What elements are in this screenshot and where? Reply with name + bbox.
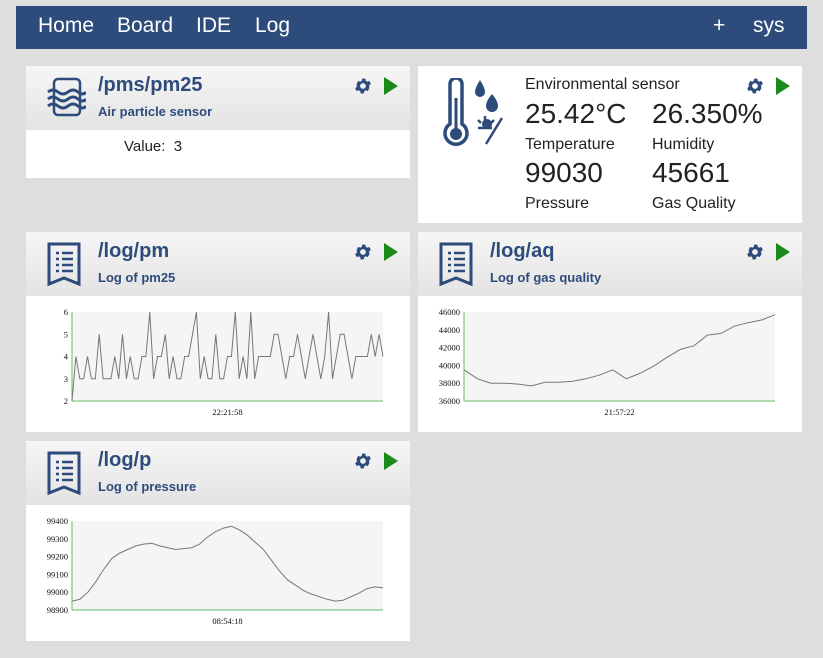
nav-add-button[interactable]: + (713, 14, 725, 38)
gear-icon[interactable] (745, 242, 765, 262)
y-tick-label: 3 (64, 374, 68, 384)
value-text: 3 (173, 138, 183, 155)
y-tick-label: 98900 (47, 605, 68, 615)
card-subtitle: Air particle sensor (98, 104, 213, 119)
pressure-label: Pressure (525, 195, 590, 212)
y-tick-label: 38000 (439, 378, 460, 388)
card-title: /log/pm (98, 240, 170, 262)
play-icon[interactable] (383, 76, 399, 96)
card-header: /log/pm Log of pm25 (26, 232, 410, 296)
plot-area (464, 312, 775, 401)
nav-log[interactable]: Log (255, 14, 290, 38)
y-tick-label: 6 (64, 307, 68, 317)
y-tick-label: 2 (64, 396, 68, 406)
card-subtitle: Log of gas quality (490, 270, 602, 285)
log-p-card: /log/p Log of pressure 98900 99000 99100 99… (26, 441, 410, 641)
card-header: /log/aq Log of gas quality (418, 232, 802, 296)
plot-area (72, 521, 383, 610)
sensor-title: Environmental sensor (525, 76, 680, 93)
gear-icon[interactable] (353, 451, 373, 471)
play-icon[interactable] (383, 242, 399, 262)
card-subtitle: Log of pm25 (98, 270, 176, 285)
y-tick-label: 44000 (439, 325, 460, 335)
x-tick-label: 21:57:22 (604, 407, 634, 417)
gas-quality-label: Gas Quality (652, 195, 736, 212)
x-tick-label: 22:21:58 (212, 407, 242, 417)
card-title: /log/p (98, 449, 152, 471)
y-tick-label: 99300 (47, 534, 68, 544)
top-navbar: Home Board IDE Log + sys (16, 6, 807, 49)
temperature-label: Temperature (525, 136, 615, 153)
card-title: /log/aq (490, 240, 555, 262)
y-tick-label: 99200 (47, 552, 68, 562)
nav-ide[interactable]: IDE (196, 14, 231, 38)
value-label: Value: (124, 138, 166, 155)
pressure-log-chart: 98900 99000 99100 99200 99300 99400 08:54:18 (47, 516, 384, 626)
pm25-log-chart: 2 3 4 5 6 22:21:58 (64, 307, 384, 417)
y-tick-label: 40000 (439, 360, 460, 370)
play-icon[interactable] (383, 451, 399, 471)
nav-board[interactable]: Board (117, 14, 173, 38)
y-tick-label: 99400 (47, 516, 68, 526)
humidity-label: Humidity (652, 136, 715, 153)
nav-sys-menu[interactable]: sys (753, 14, 785, 38)
log-pm-card: /log/pm Log of pm25 2 3 4 5 6 22:21:58 (26, 232, 410, 432)
card-subtitle: Log of pressure (98, 479, 197, 494)
card-header: /log/p Log of pressure (26, 441, 410, 505)
pressure-value: 99030 (525, 157, 603, 188)
gear-icon[interactable] (353, 76, 373, 96)
nav-home[interactable]: Home (38, 14, 94, 38)
x-tick-label: 08:54:18 (212, 616, 242, 626)
temperature-value: 25.42°C (525, 98, 627, 129)
y-tick-label: 46000 (439, 307, 460, 317)
y-tick-label: 99000 (47, 587, 68, 597)
y-tick-label: 42000 (439, 343, 460, 353)
card-title: /pms/pm25 (98, 74, 203, 96)
humidity-value: 26.350% (652, 98, 763, 129)
air-waves-icon (47, 77, 86, 117)
gas-quality-value: 45661 (652, 157, 730, 188)
y-tick-label: 5 (64, 329, 68, 339)
log-document-icon (439, 242, 473, 287)
card-header: /pms/pm25 Air particle sensor (26, 66, 410, 130)
log-aq-card: /log/aq Log of gas quality 36000 38000 400… (418, 232, 802, 432)
value-row: Value: 3 (124, 138, 182, 155)
gas-quality-log-chart: 36000 38000 40000 42000 44000 46000 21:57:22 (439, 307, 776, 417)
thermometer-weather-icon (443, 78, 504, 146)
gear-icon[interactable] (353, 242, 373, 262)
play-icon[interactable] (775, 242, 791, 262)
pm25-card: /pms/pm25 Air particle sensor Value: 3 (26, 66, 410, 178)
play-icon[interactable] (775, 76, 791, 96)
y-tick-label: 99100 (47, 569, 68, 579)
y-tick-label: 36000 (439, 396, 460, 406)
y-tick-label: 4 (64, 352, 69, 362)
log-document-icon (47, 451, 81, 496)
gear-icon[interactable] (745, 76, 765, 96)
environmental-sensor-card: Environmental sensor 25.42°C 26.350% Tem… (418, 66, 802, 223)
log-document-icon (47, 242, 81, 287)
